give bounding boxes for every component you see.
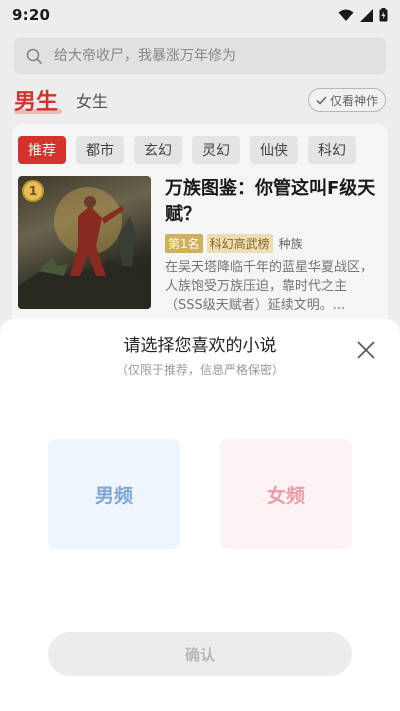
male-option-button[interactable]: 男频: [48, 439, 180, 549]
female-option-button[interactable]: 女频: [220, 439, 352, 549]
sheet-subtitle: （仅限于推荐，信息严格保密）: [115, 363, 284, 377]
confirm-button[interactable]: 确认: [48, 632, 352, 676]
close-icon[interactable]: [356, 340, 376, 360]
sheet-title: 请选择您喜欢的小说: [123, 336, 277, 356]
preference-sheet: 请选择您喜欢的小说 （仅限于推荐，信息严格保密） 男频 女频 确认: [0, 319, 400, 711]
